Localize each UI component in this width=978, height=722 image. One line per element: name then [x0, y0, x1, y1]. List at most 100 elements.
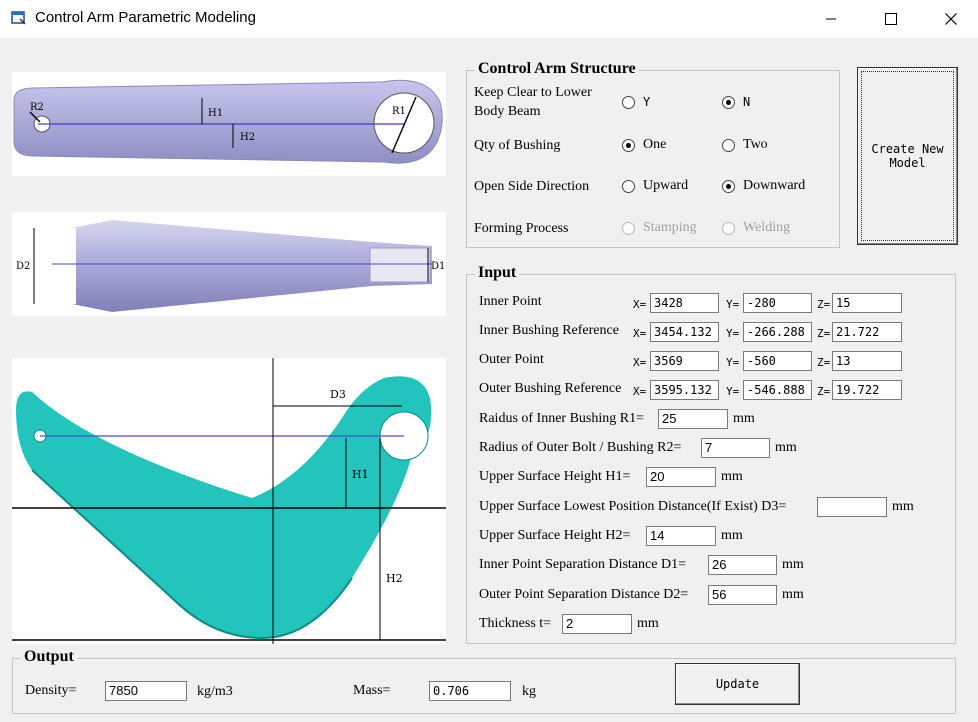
side-view-drawing: D2 D1 — [16, 220, 445, 312]
qty-one-radio[interactable]: One — [622, 137, 666, 153]
d3-input[interactable] — [817, 497, 887, 517]
keep-clear-n-radio[interactable]: N — [722, 95, 750, 109]
h2-label: Upper Surface Height H2= — [479, 528, 631, 543]
outer-bushing-x-input[interactable]: 3595.132 — [650, 380, 719, 400]
create-new-model-button[interactable]: Create New Model — [857, 67, 958, 245]
open-side-label: Open Side Direction — [474, 179, 590, 194]
z-label: Z= — [817, 385, 831, 398]
mass-label: Mass= — [353, 683, 391, 698]
r2-unit: mm — [775, 440, 797, 455]
r1-label: Raidus of Inner Bushing R1= — [479, 411, 644, 426]
qty-two-radio[interactable]: Two — [722, 137, 768, 153]
update-button[interactable]: Update — [675, 663, 800, 705]
minimize-button[interactable] — [808, 0, 854, 38]
forming-stamping-radio[interactable]: Stamping — [622, 220, 697, 236]
qty-one-label: One — [643, 137, 667, 152]
x-label: X= — [633, 327, 647, 340]
close-button[interactable] — [928, 0, 974, 38]
forming-welding-label: Welding — [743, 220, 791, 235]
forming-label: Forming Process — [474, 221, 569, 236]
d1-input[interactable]: 26 — [708, 555, 777, 575]
thickness-unit: mm — [637, 616, 659, 631]
top-r2-label: R2 — [30, 102, 44, 113]
d3-label: Upper Surface Lowest Position Distance(I… — [479, 499, 787, 514]
input-title: Input — [475, 264, 520, 282]
inner-point-y-input[interactable]: -280 — [743, 293, 812, 313]
r2-input[interactable]: 7 — [701, 438, 770, 458]
keep-clear-label-2: Body Beam — [474, 104, 541, 119]
z-label: Z= — [817, 298, 831, 311]
top-h2-label: H2 — [240, 132, 255, 143]
forming-welding-radio[interactable]: Welding — [722, 220, 790, 236]
thickness-label: Thickness t= — [479, 616, 552, 631]
output-group: Output Density= 7850 kg/m3 Mass= 0.706 k… — [12, 648, 956, 714]
radio-on-icon — [722, 95, 735, 109]
y-label: Y= — [726, 356, 740, 369]
density-input[interactable]: 7850 — [105, 681, 187, 701]
x-label: X= — [633, 298, 647, 311]
top-r1-label: R1 — [392, 106, 406, 117]
inner-point-x-input[interactable]: 3428 — [650, 293, 719, 313]
outer-point-x-input[interactable]: 3569 — [650, 351, 719, 371]
front-view-drawing: D3 H1 H2 — [12, 358, 446, 644]
side-d1-label: D1 — [431, 261, 445, 272]
x-label: X= — [633, 356, 647, 369]
mass-unit: kg — [522, 684, 536, 699]
outer-point-label: Outer Point — [479, 352, 544, 367]
outer-point-y-input[interactable]: -560 — [743, 351, 812, 371]
outer-bushing-ref-label: Outer Bushing Reference — [479, 381, 622, 396]
density-unit: kg/m3 — [197, 684, 233, 699]
radio-off-icon — [722, 138, 735, 152]
close-icon — [945, 13, 957, 25]
open-downward-label: Downward — [743, 178, 806, 193]
d1-label: Inner Point Separation Distance D1= — [479, 557, 686, 572]
outer-point-z-input[interactable]: 13 — [832, 351, 902, 371]
inner-bushing-z-input[interactable]: 21.722 — [832, 322, 902, 342]
inner-point-label: Inner Point — [479, 294, 542, 309]
keep-clear-y-radio[interactable]: Y — [622, 95, 650, 109]
outer-bushing-z-input[interactable]: 19.722 — [832, 380, 902, 400]
maximize-icon — [885, 13, 897, 25]
d2-unit: mm — [782, 587, 804, 602]
open-downward-radio[interactable]: Downward — [722, 178, 805, 194]
side-d2-label: D2 — [16, 261, 30, 272]
front-h2-label: H2 — [386, 572, 403, 585]
density-label: Density= — [25, 683, 77, 698]
top-view-diagram: R2 H1 H2 R1 — [12, 72, 446, 176]
output-title: Output — [21, 648, 77, 666]
r1-unit: mm — [733, 411, 755, 426]
inner-bushing-x-input[interactable]: 3454.132 — [650, 322, 719, 342]
front-d3-label: D3 — [330, 388, 346, 401]
h2-input[interactable]: 14 — [646, 526, 716, 546]
d1-unit: mm — [782, 557, 804, 572]
front-h1-label: H1 — [352, 468, 369, 481]
radio-on-icon — [722, 179, 735, 193]
x-label: X= — [633, 385, 647, 398]
inner-bushing-y-input[interactable]: -266.288 — [743, 322, 812, 342]
top-view-drawing: R2 H1 H2 R1 — [13, 79, 443, 164]
r2-label: Radius of Outer Bolt / Bushing R2= — [479, 440, 682, 455]
h1-input[interactable]: 20 — [646, 467, 716, 487]
radio-off-icon — [622, 179, 635, 193]
outer-bushing-y-input[interactable]: -546.888 — [743, 380, 812, 400]
thickness-input[interactable]: 2 — [562, 614, 632, 634]
maximize-button[interactable] — [868, 0, 914, 38]
input-group: Input Inner Point X= 3428 Y= -280 Z= 15 … — [466, 264, 956, 644]
qty-two-label: Two — [743, 137, 768, 152]
inner-bushing-ref-label: Inner Bushing Reference — [479, 323, 619, 338]
side-view-diagram: D2 D1 — [12, 212, 446, 316]
title-bar: Control Arm Parametric Modeling — [0, 0, 978, 38]
minimize-icon — [826, 18, 836, 20]
front-view-diagram: D3 H1 H2 — [12, 358, 446, 644]
z-label: Z= — [817, 356, 831, 369]
open-upward-radio[interactable]: Upward — [622, 178, 688, 194]
d3-unit: mm — [892, 499, 914, 514]
top-h1-label: H1 — [208, 108, 223, 119]
app-icon — [11, 11, 26, 25]
d2-input[interactable]: 56 — [708, 585, 777, 605]
r1-input[interactable]: 25 — [658, 409, 728, 429]
structure-title: Control Arm Structure — [475, 60, 639, 78]
y-label: Y= — [726, 385, 740, 398]
d2-label: Outer Point Separation Distance D2= — [479, 587, 689, 602]
inner-point-z-input[interactable]: 15 — [832, 293, 902, 313]
